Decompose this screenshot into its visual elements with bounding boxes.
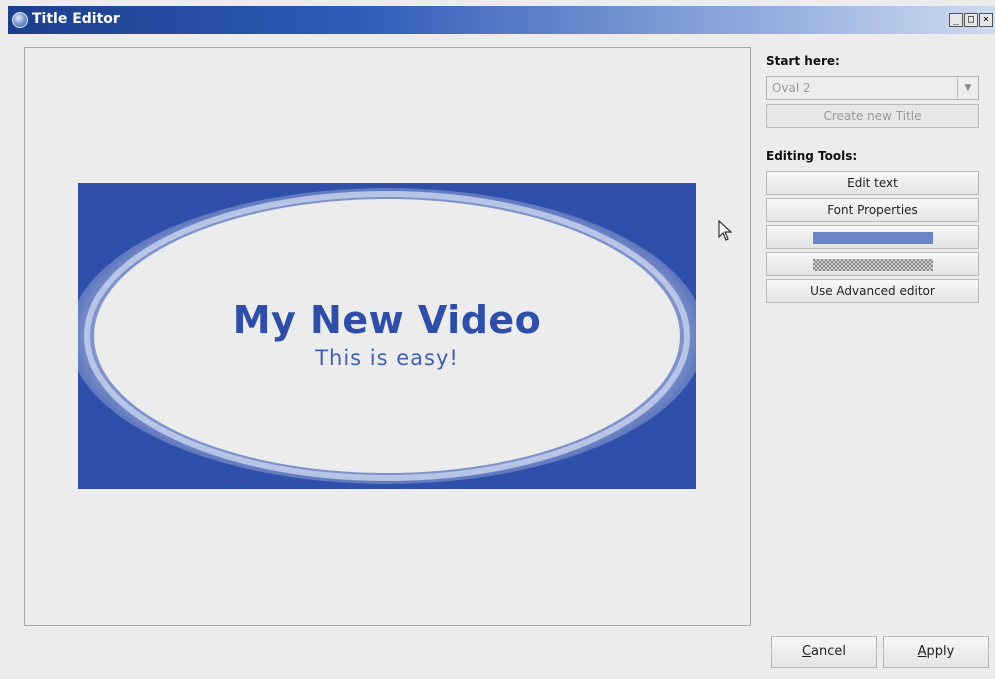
template-select[interactable]: Oval 2 ▼ [766, 76, 979, 100]
minimize-button[interactable]: _ [949, 13, 963, 27]
close-button[interactable]: × [979, 13, 993, 27]
apply-mnemonic: A [917, 644, 927, 659]
window-title: Title Editor [32, 11, 120, 27]
color-swatch [813, 232, 933, 244]
maximize-button[interactable]: □ [964, 13, 978, 27]
advanced-editor-button[interactable]: Use Advanced editor [766, 279, 979, 303]
preview-title-text[interactable]: My New Video [78, 298, 696, 342]
apply-button[interactable]: Apply [883, 636, 989, 668]
background-color-button[interactable] [766, 252, 979, 276]
cancel-button[interactable]: Cancel [771, 636, 877, 668]
cancel-mnemonic: C [801, 644, 812, 659]
start-here-label: Start here: [766, 54, 840, 68]
window-controls: _ □ × [948, 13, 993, 27]
chevron-down-icon[interactable]: ▼ [957, 77, 978, 99]
text-color-button[interactable] [766, 225, 979, 249]
mouse-cursor-icon [718, 220, 733, 241]
transparent-swatch [813, 259, 933, 271]
window-titlebar[interactable]: Title Editor _ □ × [8, 6, 995, 34]
font-properties-button[interactable]: Font Properties [766, 198, 979, 222]
app-icon [12, 12, 28, 28]
edit-text-button[interactable]: Edit text [766, 171, 979, 195]
preview-subtitle-text[interactable]: This is easy! [78, 346, 696, 370]
editing-tools-label: Editing Tools: [766, 149, 858, 163]
apply-label: pply [926, 644, 955, 659]
cancel-label: ancel [811, 644, 847, 659]
create-new-title-button[interactable]: Create new Title [766, 104, 979, 128]
template-select-value: Oval 2 [772, 81, 811, 95]
